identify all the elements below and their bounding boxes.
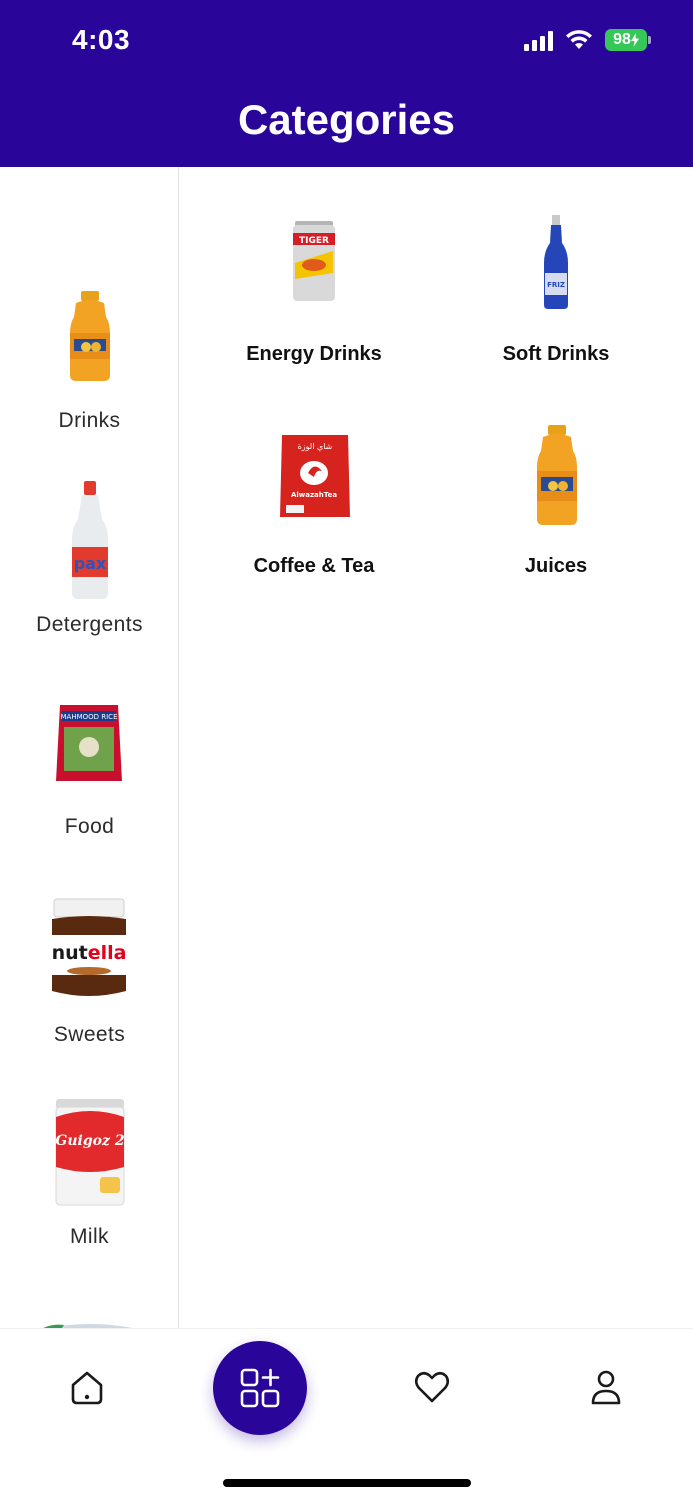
sidebar-item-sweets[interactable]: nutella Sweets bbox=[0, 889, 178, 1049]
profile-icon bbox=[591, 1370, 621, 1405]
subcategory-juices[interactable]: Juices bbox=[462, 419, 650, 589]
svg-text:MAHMOOD RICE: MAHMOOD RICE bbox=[60, 713, 117, 721]
wifi-icon bbox=[566, 30, 592, 49]
subcategory-coffee-tea[interactable]: شاي الوزة AlwazahTea Coffee & Tea bbox=[220, 419, 408, 589]
app-header: 4:03 98 Categories bbox=[0, 0, 693, 167]
svg-text:Guigoz 2: Guigoz 2 bbox=[55, 1133, 124, 1149]
battery-icon: 98 bbox=[605, 29, 651, 51]
partial-product-image bbox=[43, 1324, 133, 1328]
svg-text:FRIZ: FRIZ bbox=[547, 281, 565, 289]
status-icons: 98 bbox=[524, 28, 651, 52]
subcategory-grid: TIGER Energy Drinks FRIZ Soft Drinks شاي… bbox=[180, 167, 693, 1328]
subcategory-label: Juices bbox=[524, 555, 588, 577]
subcategory-label: Coffee & Tea bbox=[253, 555, 375, 577]
category-sidebar[interactable]: Drinks pax Detergents MAHMOOD RICE Food … bbox=[0, 167, 179, 1328]
sidebar-item-label: Detergents bbox=[36, 613, 143, 636]
energy-can-image: TIGER bbox=[293, 221, 335, 301]
nav-profile-button[interactable] bbox=[582, 1363, 630, 1411]
sidebar-item-partial[interactable] bbox=[0, 1317, 178, 1328]
nutella-jar-image: nutella bbox=[52, 898, 127, 996]
heart-icon bbox=[414, 1371, 450, 1403]
sidebar-item-food[interactable]: MAHMOOD RICE Food bbox=[0, 687, 178, 847]
detergent-bottle-image: pax bbox=[72, 481, 108, 599]
svg-text:شاي الوزة: شاي الوزة bbox=[298, 442, 333, 451]
sidebar-item-detergents[interactable]: pax Detergents bbox=[0, 477, 178, 637]
categories-icon bbox=[240, 1368, 280, 1408]
home-indicator bbox=[223, 1479, 471, 1487]
subcategory-label: Energy Drinks bbox=[246, 343, 382, 365]
juice-bottle-image bbox=[70, 291, 110, 381]
svg-text:TIGER: TIGER bbox=[299, 236, 329, 246]
sidebar-item-milk[interactable]: Guigoz 2 Milk bbox=[0, 1093, 178, 1253]
rice-bag-image: MAHMOOD RICE bbox=[56, 705, 122, 781]
svg-text:pax: pax bbox=[74, 554, 107, 573]
nav-home-button[interactable] bbox=[63, 1363, 111, 1411]
status-time: 4:03 bbox=[72, 24, 131, 55]
subcategory-soft-drinks[interactable]: FRIZ Soft Drinks bbox=[462, 207, 650, 377]
sidebar-item-label: Milk bbox=[70, 1225, 109, 1248]
bottom-navigation bbox=[0, 1328, 693, 1500]
charging-bolt-icon bbox=[630, 33, 639, 47]
home-icon bbox=[71, 1371, 103, 1405]
juice-bottle-image bbox=[537, 425, 577, 525]
battery-level: 98 bbox=[613, 31, 631, 48]
sidebar-item-drinks[interactable]: Drinks bbox=[0, 277, 178, 437]
cellular-signal-icon bbox=[524, 29, 553, 51]
subcategory-energy-drinks[interactable]: TIGER Energy Drinks bbox=[220, 207, 408, 377]
sidebar-item-label: Sweets bbox=[53, 1023, 126, 1046]
page-title: Categories bbox=[237, 96, 456, 143]
svg-text:nutella: nutella bbox=[52, 942, 127, 964]
svg-text:AlwazahTea: AlwazahTea bbox=[291, 491, 337, 499]
nav-favorites-button[interactable] bbox=[408, 1363, 456, 1411]
sidebar-item-label: Drinks bbox=[58, 409, 121, 432]
subcategory-label: Soft Drinks bbox=[502, 343, 610, 365]
nav-categories-button[interactable] bbox=[213, 1341, 307, 1435]
milk-tin-image: Guigoz 2 bbox=[55, 1099, 125, 1206]
soft-drink-bottle-image: FRIZ bbox=[544, 215, 568, 309]
sidebar-item-label: Food bbox=[64, 815, 115, 838]
tea-pack-image: شاي الوزة AlwazahTea bbox=[280, 435, 350, 517]
